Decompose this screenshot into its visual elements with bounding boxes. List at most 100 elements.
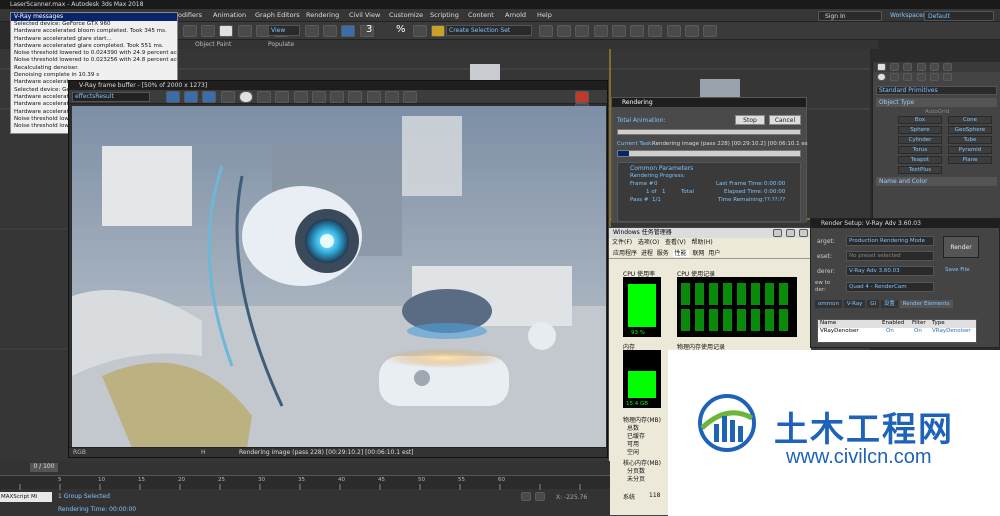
- maximize-icon[interactable]: [785, 229, 795, 237]
- region-render-icon[interactable]: [348, 91, 363, 103]
- percent-snap-label[interactable]: %: [396, 24, 406, 35]
- object-type-header[interactable]: Object Type: [876, 98, 997, 107]
- region-icon[interactable]: [201, 25, 216, 37]
- renderer-dropdown[interactable]: V-Ray Adv 3.60.03: [846, 266, 934, 276]
- tab-users[interactable]: 用户: [708, 250, 720, 257]
- save-image-icon[interactable]: [257, 91, 272, 103]
- tab-applications[interactable]: 应用程序: [613, 250, 637, 257]
- populate-tab[interactable]: Populate: [268, 41, 294, 48]
- history-icon[interactable]: [384, 91, 399, 103]
- lock-selection-icon[interactable]: [521, 492, 531, 501]
- keyboard-shortcut-icon[interactable]: [341, 25, 356, 37]
- hierarchy-tab-icon[interactable]: [903, 63, 913, 71]
- duplicate-icon[interactable]: [311, 91, 326, 103]
- save-file-checkbox[interactable]: Save File: [945, 267, 969, 273]
- lights-icon[interactable]: [903, 73, 913, 81]
- tab-processes[interactable]: 进程: [641, 250, 653, 257]
- stop-button[interactable]: Stop: [735, 115, 765, 125]
- torus-button[interactable]: Torus: [898, 146, 942, 154]
- display-tab-icon[interactable]: [929, 63, 939, 71]
- helpers-icon[interactable]: [929, 73, 939, 81]
- menu-animation[interactable]: Animation: [213, 11, 246, 19]
- menu-modifiers[interactable]: odifiers: [178, 11, 202, 19]
- close-icon[interactable]: [799, 229, 808, 237]
- absolute-mode-icon[interactable]: [535, 492, 546, 501]
- load-image-icon[interactable]: [275, 91, 290, 103]
- table-row[interactable]: VRayDenoiser On On VRayDenoiser: [818, 328, 976, 336]
- menu-arnold[interactable]: Arnold: [505, 11, 526, 19]
- maxscript-listener[interactable]: MAXScript Mi: [0, 492, 52, 502]
- create-selection-set-dropdown[interactable]: Create Selection Set: [446, 25, 532, 36]
- name-and-color-header[interactable]: Name and Color: [876, 177, 997, 186]
- textplus-button[interactable]: TextPlus: [898, 166, 942, 174]
- render-button[interactable]: Render: [943, 236, 979, 258]
- channel-dropdown[interactable]: effectsResult: [72, 92, 150, 102]
- modify-tab-icon[interactable]: [890, 63, 900, 71]
- rotate-icon[interactable]: [237, 25, 252, 37]
- object-paint-tab[interactable]: Object Paint: [195, 41, 231, 48]
- interactive-icon[interactable]: [366, 91, 381, 103]
- motion-tab-icon[interactable]: [916, 63, 926, 71]
- view-to-render-dropdown[interactable]: Quad 4 - RenderCam: [846, 282, 934, 292]
- curve-editor-icon[interactable]: [611, 25, 626, 37]
- tab-common[interactable]: ommon: [815, 300, 842, 308]
- align-icon[interactable]: [557, 25, 572, 37]
- pyramid-button[interactable]: Pyramid: [948, 146, 992, 154]
- menu-scripting[interactable]: Scripting: [430, 11, 459, 19]
- render-teapot-icon[interactable]: [703, 25, 718, 37]
- menu-options[interactable]: 选项(O): [638, 239, 659, 246]
- sign-in-button[interactable]: Sign In: [818, 11, 882, 21]
- tube-button[interactable]: Tube: [948, 136, 992, 144]
- menu-rendering[interactable]: Rendering: [306, 11, 339, 19]
- cancel-button[interactable]: Cancel: [769, 115, 801, 125]
- time-slider[interactable]: 0 / 100: [30, 463, 58, 472]
- x-coordinate-readout[interactable]: X: -225.76: [556, 494, 587, 501]
- geometry-icon[interactable]: [877, 73, 886, 81]
- select-icon[interactable]: [183, 25, 197, 37]
- reference-coord-dropdown[interactable]: View: [268, 25, 300, 36]
- preset-dropdown[interactable]: No preset selected: [846, 251, 934, 261]
- space-warps-icon[interactable]: [943, 73, 953, 81]
- render-setup-window[interactable]: Render Setup: V-Ray Adv 3.60.03 arget: P…: [810, 218, 1000, 348]
- tab-settings[interactable]: 设置: [880, 300, 898, 308]
- target-dropdown[interactable]: Production Rendering Mode: [846, 236, 934, 246]
- blue-channel-icon[interactable]: [202, 91, 217, 103]
- snap-3d-label[interactable]: 3: [366, 24, 372, 35]
- menu-help-tm[interactable]: 帮助(H): [692, 239, 713, 246]
- menu-graph-editors[interactable]: Graph Editors: [255, 11, 300, 19]
- menu-civil-view[interactable]: Civil View: [349, 11, 380, 19]
- track-bar[interactable]: 5 10 15 20 25 30 35 40 45 50 55 60: [0, 475, 610, 490]
- tab-render-elements[interactable]: Render Elements: [899, 300, 953, 308]
- create-tab-icon[interactable]: [877, 63, 886, 71]
- edit-named-selection-icon[interactable]: [431, 25, 446, 37]
- tab-gi[interactable]: GI: [867, 300, 880, 308]
- render-setup-icon[interactable]: [666, 25, 681, 37]
- graphite-icon[interactable]: [593, 25, 608, 37]
- lens-effects-icon[interactable]: [403, 91, 418, 103]
- menu-view[interactable]: 查看(V): [665, 239, 686, 246]
- tab-networking[interactable]: 联网: [692, 250, 704, 257]
- material-editor-icon[interactable]: [648, 25, 663, 37]
- layer-icon[interactable]: [575, 25, 590, 37]
- spinner-snap-icon[interactable]: [413, 25, 427, 37]
- select-move-icon[interactable]: [323, 25, 338, 37]
- mirror-icon[interactable]: [539, 25, 553, 37]
- schematic-icon[interactable]: [630, 25, 645, 37]
- rendered-frame-icon[interactable]: [684, 25, 699, 37]
- utilities-tab-icon[interactable]: [943, 63, 953, 71]
- workspace-dropdown[interactable]: Default: [924, 11, 994, 21]
- menu-help[interactable]: Help: [537, 11, 552, 19]
- sphere-button[interactable]: Sphere: [898, 126, 942, 134]
- shapes-icon[interactable]: [890, 73, 900, 81]
- alpha-icon[interactable]: [238, 91, 253, 103]
- menu-file[interactable]: 文件(F): [612, 239, 632, 246]
- primitive-type-dropdown[interactable]: Standard Primitives: [876, 86, 997, 95]
- clear-icon[interactable]: [293, 91, 308, 103]
- mono-icon[interactable]: [220, 91, 235, 103]
- vray-frame-buffer[interactable]: V-Ray frame buffer - [50% of 2000 x 1273…: [68, 80, 608, 458]
- cone-button[interactable]: Cone: [948, 116, 992, 124]
- geosphere-button[interactable]: GeoSphere: [948, 126, 992, 134]
- tab-services[interactable]: 服务: [657, 250, 669, 257]
- move-icon[interactable]: [219, 25, 234, 37]
- rendering-dialog[interactable]: Rendering Total Animation: Stop Cancel C…: [611, 97, 808, 223]
